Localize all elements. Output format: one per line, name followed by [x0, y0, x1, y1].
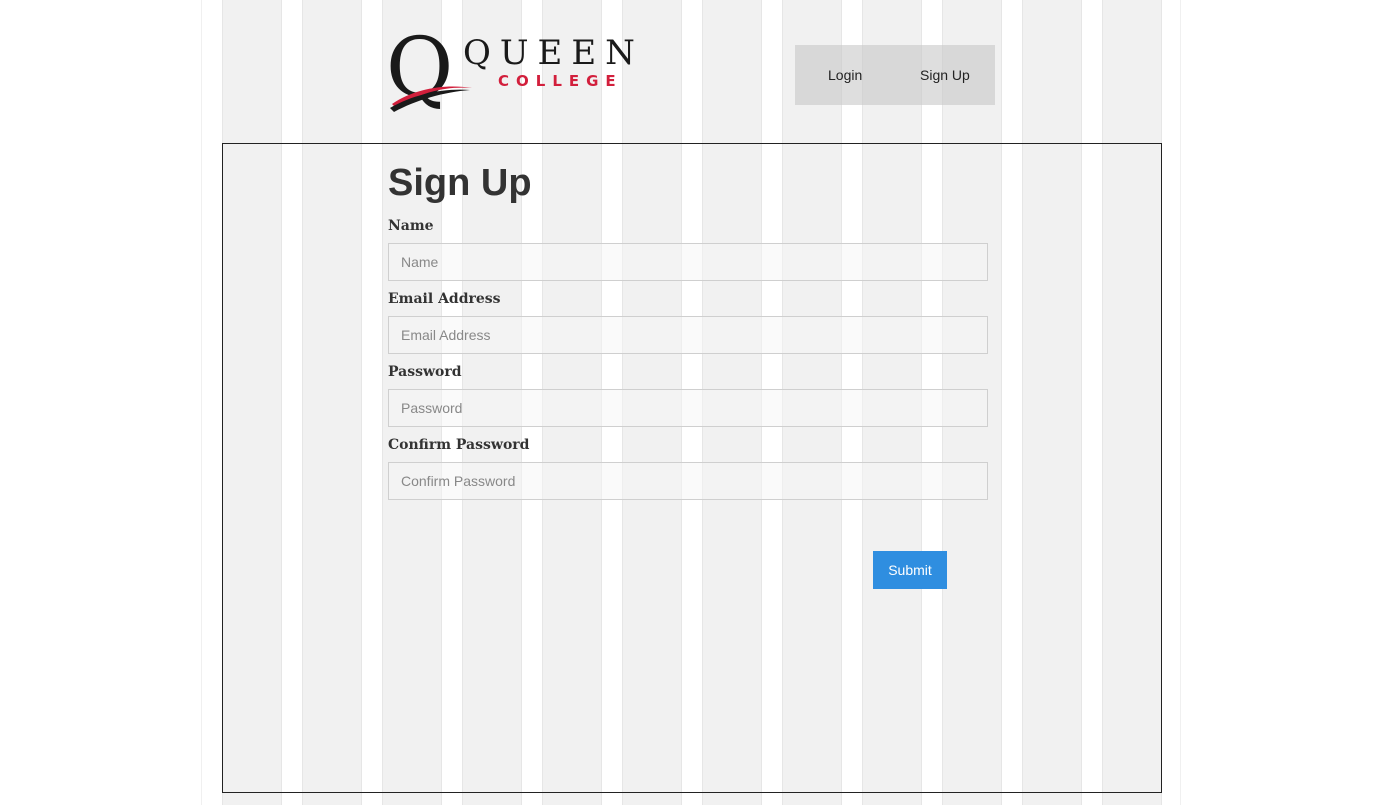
password-label: Password: [388, 364, 462, 380]
queens-college-logo[interactable]: Q QUEENS COLLEGE: [386, 21, 667, 116]
page-title: Sign Up: [388, 162, 532, 204]
login-link[interactable]: Login: [828, 67, 862, 83]
name-label: Name: [388, 218, 434, 234]
logo-monogram: Q: [386, 26, 453, 114]
signup-link[interactable]: Sign Up: [920, 67, 970, 83]
logo-name: QUEENS: [463, 33, 646, 73]
email-input[interactable]: [388, 316, 988, 354]
top-nav: Login Sign Up: [795, 45, 995, 105]
email-label: Email Address: [388, 291, 501, 307]
password-input[interactable]: [388, 389, 988, 427]
page: Q QUEENS COLLEGE Login Sign Up Sign Up N…: [0, 0, 1380, 805]
name-input[interactable]: [388, 243, 988, 281]
submit-button[interactable]: Submit: [873, 551, 947, 589]
logo-graphic: Q QUEENS COLLEGE: [386, 21, 667, 116]
confirm-password-input[interactable]: [388, 462, 988, 500]
logo-sub: COLLEGE: [498, 72, 623, 90]
confirm-password-label: Confirm Password: [388, 437, 530, 453]
